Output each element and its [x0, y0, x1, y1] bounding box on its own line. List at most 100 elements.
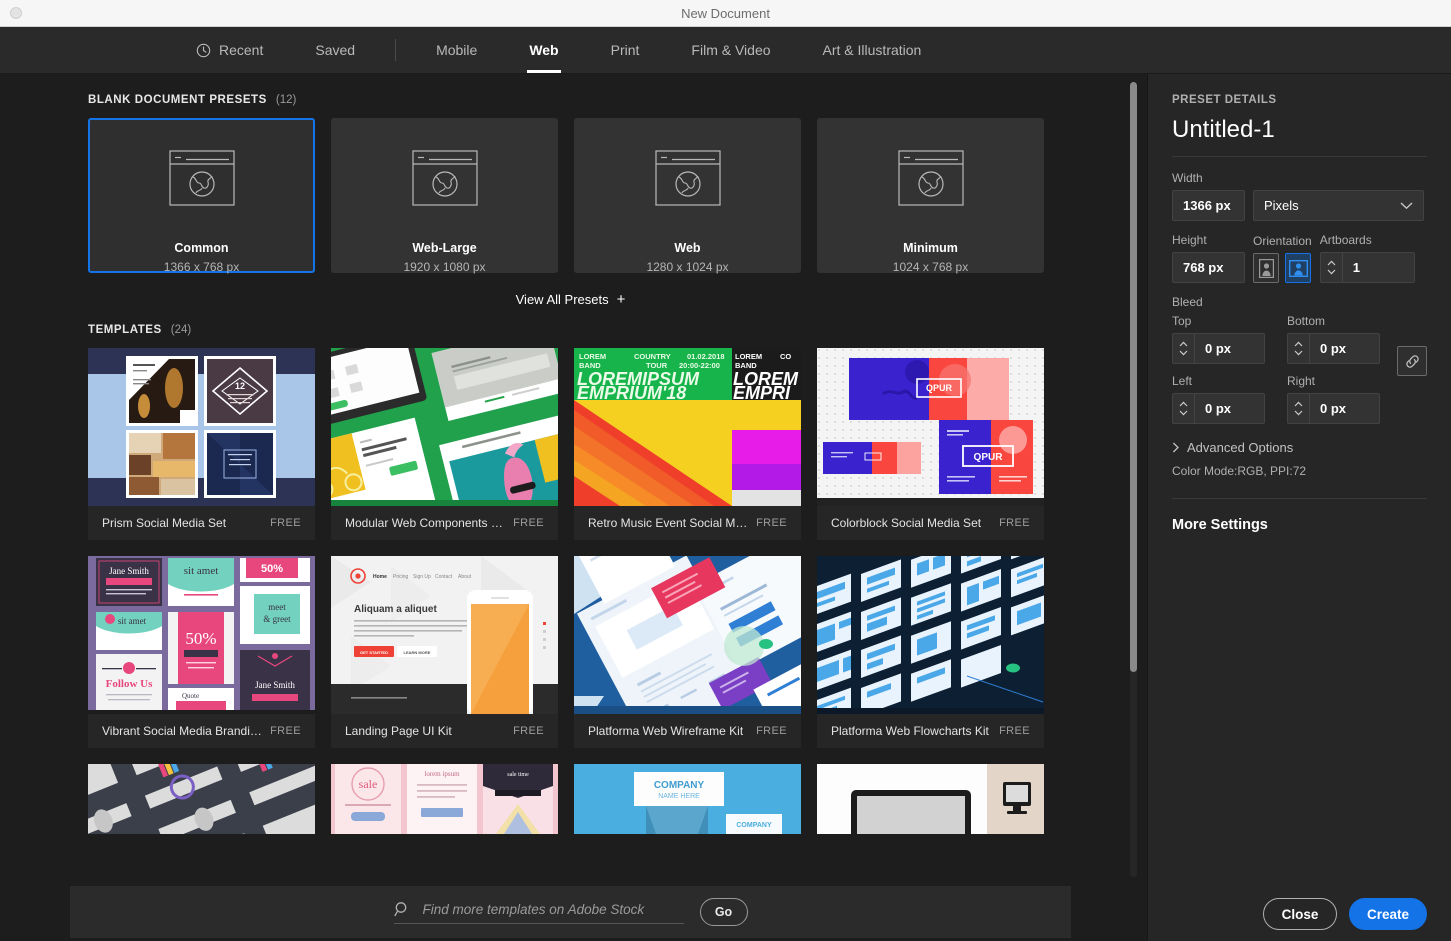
preset-card-web-large[interactable]: Web-Large 1920 x 1080 px [331, 118, 558, 273]
preset-card-web[interactable]: Web 1280 x 1024 px [574, 118, 801, 273]
tab-film-video[interactable]: Film & Video [665, 27, 796, 73]
chevron-right-icon [1172, 442, 1180, 453]
preset-card-common[interactable]: Common 1366 x 768 px [88, 118, 315, 273]
artboards-stepper-arrows[interactable] [1320, 252, 1342, 283]
color-mode-info: Color Mode:RGB, PPI:72 [1172, 464, 1427, 499]
preset-card-row: Common 1366 x 768 px [88, 118, 1147, 273]
template-footer: Colorblock Social Media Set FREE [817, 506, 1044, 540]
tab-saved-label: Saved [315, 42, 355, 58]
advanced-options-toggle[interactable]: Advanced Options [1172, 440, 1427, 455]
preset-name: Web [674, 241, 700, 255]
bleed-left-group: Left [1172, 374, 1265, 424]
template-card[interactable] [88, 764, 315, 834]
bleed-left-stepper-arrows[interactable] [1172, 393, 1194, 424]
template-card[interactable]: Jane Smith sit amet 50% [88, 556, 315, 748]
preset-card-minimum[interactable]: Minimum 1024 x 768 px [817, 118, 1044, 273]
height-input[interactable] [1172, 252, 1245, 283]
template-card[interactable]: 12 [88, 348, 315, 540]
svg-text:Contact: Contact [435, 574, 453, 580]
tab-saved[interactable]: Saved [289, 27, 381, 73]
bleed-right-input[interactable] [1309, 393, 1380, 424]
template-name: Vibrant Social Media Branding Set [102, 724, 262, 738]
bleed-right-group: Right [1287, 374, 1380, 424]
templates-grid: 12 [88, 348, 1061, 834]
units-select[interactable]: Pixels [1253, 190, 1424, 221]
chevron-up-icon [1327, 260, 1336, 266]
web-globe-icon [655, 150, 721, 211]
close-button[interactable]: Close [1263, 898, 1337, 930]
template-thumbnail [88, 764, 315, 834]
svg-text:LEARN MORE: LEARN MORE [404, 650, 431, 655]
bleed-left-input[interactable] [1194, 393, 1265, 424]
view-all-presets-button[interactable]: View All Presets + [88, 291, 1053, 308]
template-name: Modular Web Components Set [345, 516, 505, 530]
bleed-top-stepper-arrows[interactable] [1172, 333, 1194, 364]
svg-text:QPUR: QPUR [974, 452, 1004, 463]
template-footer: Retro Music Event Social Media ... FREE [574, 506, 801, 540]
template-card[interactable]: Platforma Web Flowcharts Kit FREE [817, 556, 1044, 748]
svg-text:sale: sale [359, 777, 378, 791]
chevron-up-icon [1179, 341, 1188, 347]
search-input[interactable] [423, 902, 684, 917]
template-price: FREE [270, 725, 301, 737]
height-orientation-artboards-row: Height Orientation [1172, 233, 1427, 283]
tab-web[interactable]: Web [503, 27, 584, 73]
template-card[interactable]: Platforma Web Wireframe Kit FREE [574, 556, 801, 748]
window-close-button[interactable] [10, 7, 22, 19]
search-go-button[interactable]: Go [700, 898, 748, 926]
tab-recent-label: Recent [219, 42, 263, 58]
blank-presets-title: BLANK DOCUMENT PRESETS [88, 94, 267, 106]
tab-art-illustration-label: Art & Illustration [823, 42, 922, 58]
tab-art-illustration[interactable]: Art & Illustration [797, 27, 948, 73]
bleed-top-stepper [1172, 333, 1265, 364]
orientation-portrait-button[interactable] [1253, 253, 1279, 283]
template-card[interactable]: QPUR QPUR [817, 348, 1044, 540]
template-card[interactable]: Modular Web Components Set FREE [331, 348, 558, 540]
svg-text:sit amet: sit amet [118, 616, 147, 626]
bleed-bottom-input[interactable] [1309, 333, 1380, 364]
content-column: BLANK DOCUMENT PRESETS (12) [0, 74, 1147, 941]
create-button[interactable]: Create [1349, 898, 1427, 930]
document-name-field[interactable]: Untitled-1 [1172, 116, 1427, 157]
svg-text:LOREM: LOREM [735, 352, 762, 361]
tab-mobile[interactable]: Mobile [410, 27, 503, 73]
bleed-bottom-stepper-arrows[interactable] [1287, 333, 1309, 364]
chevron-up-icon [1179, 401, 1188, 407]
template-card[interactable]: Home Pricing Sign Up Contact About Aliqu… [331, 556, 558, 748]
svg-text:Sign Up: Sign Up [413, 574, 431, 580]
plus-icon: + [617, 291, 626, 308]
advanced-options-label: Advanced Options [1187, 440, 1293, 455]
svg-text:Follow Us: Follow Us [106, 678, 153, 690]
preset-dims: 1366 x 768 px [164, 260, 239, 274]
template-card[interactable]: LOREM BAND COUNTRY TOUR 01.02.2018 20:00… [574, 348, 801, 540]
content-scrollbar-track[interactable] [1130, 82, 1137, 877]
new-document-dialog: New Document Recent Saved Mobile Web Pri… [0, 0, 1451, 941]
web-globe-icon [169, 150, 235, 211]
bleed-right-stepper-arrows[interactable] [1287, 393, 1309, 424]
width-input[interactable] [1172, 190, 1245, 221]
template-price: FREE [999, 517, 1030, 529]
bleed-top-input[interactable] [1194, 333, 1265, 364]
scroll-area[interactable]: BLANK DOCUMENT PRESETS (12) [0, 74, 1147, 886]
template-thumbnail: Home Pricing Sign Up Contact About Aliqu… [331, 556, 558, 714]
template-card[interactable]: sale lorem ipsum [331, 764, 558, 834]
svg-text:QPUR: QPUR [926, 383, 953, 393]
web-globe-icon [412, 150, 478, 211]
chevron-down-icon [1294, 410, 1303, 416]
template-thumbnail [574, 556, 801, 714]
orientation-landscape-button[interactable] [1285, 253, 1311, 283]
svg-text:COUNTRY: COUNTRY [634, 352, 671, 361]
artboards-input[interactable] [1342, 252, 1415, 283]
svg-text:& greet: & greet [263, 614, 291, 624]
tab-recent[interactable]: Recent [170, 27, 289, 73]
more-settings-button[interactable]: More Settings [1172, 517, 1427, 533]
content-scrollbar-thumb[interactable] [1130, 82, 1137, 672]
adobe-stock-search-bar: Go [70, 886, 1071, 938]
tab-print[interactable]: Print [585, 27, 666, 73]
template-card[interactable] [817, 764, 1044, 834]
template-thumbnail [817, 556, 1044, 714]
bleed-bottom-group: Bottom [1287, 314, 1380, 364]
link-bleed-values-button[interactable] [1397, 346, 1427, 376]
svg-text:NAME HERE: NAME HERE [658, 793, 700, 800]
template-card[interactable]: COMPANY NAME HERE COMPANY [574, 764, 801, 834]
